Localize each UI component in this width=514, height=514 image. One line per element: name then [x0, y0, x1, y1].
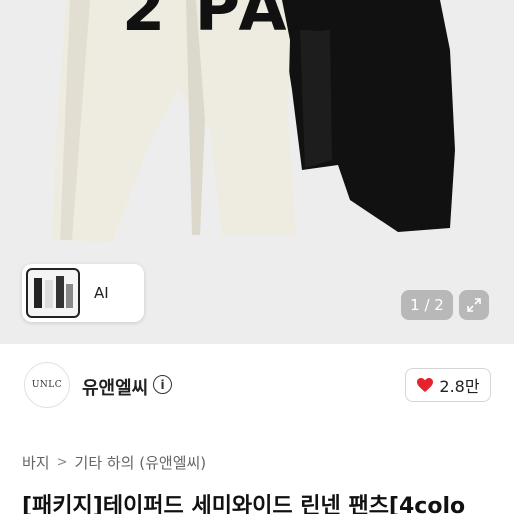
info-icon[interactable]: i	[153, 375, 172, 394]
ai-label: AI	[94, 284, 109, 302]
product-title: [패키지]테이퍼드 세미와이드 린넨 팬츠[4colo	[22, 494, 466, 514]
heart-icon	[417, 378, 434, 392]
expand-button[interactable]	[459, 290, 489, 320]
pants-thumbnail-image	[26, 268, 80, 318]
image-pager: 1 / 2	[401, 290, 453, 320]
store-logo[interactable]: UNLC	[24, 362, 70, 408]
breadcrumb: 바지 > 기타 하의 (유앤엘씨)	[22, 452, 206, 473]
store-row: UNLC 유앤엘씨 i 2.8만	[0, 344, 514, 426]
pack-overlay-text: 2 PACK	[121, 0, 392, 45]
breadcrumb-separator: >	[56, 455, 68, 470]
breadcrumb-item-pants[interactable]: 바지	[22, 452, 50, 473]
store-name[interactable]: 유앤엘씨	[82, 374, 148, 400]
like-count: 2.8만	[439, 377, 480, 396]
like-button[interactable]: 2.8만	[405, 368, 491, 402]
pants-thumbnail-icon	[34, 276, 73, 308]
breadcrumb-item-other-bottoms[interactable]: 기타 하의 (유앤엘씨)	[75, 452, 207, 473]
thumbnail-chip[interactable]: AI	[22, 264, 144, 322]
product-image-carousel[interactable]: 2 PACK AI 1 / 2	[0, 0, 514, 344]
expand-icon	[467, 298, 481, 312]
